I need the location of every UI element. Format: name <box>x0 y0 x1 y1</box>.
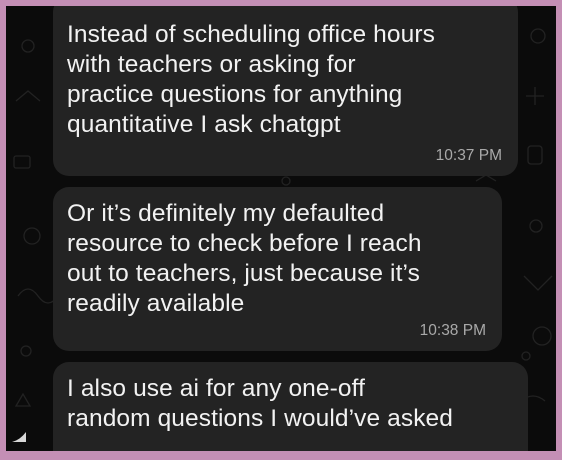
message-bubble[interactable]: Or it’s definitely my defaulted resource… <box>53 187 502 351</box>
message-bubble[interactable]: I also use ai for any one-off random que… <box>53 362 528 451</box>
chat-screenshot-frame: Instead of scheduling office hours with … <box>0 0 562 460</box>
message-text: Or it’s definitely my defaulted resource… <box>67 200 422 317</box>
message-timestamp: 10:37 PM <box>435 147 502 164</box>
bubble-tail-icon <box>12 432 26 442</box>
message-timestamp: 10:38 PM <box>419 322 486 339</box>
message-text: Instead of scheduling office hours with … <box>67 21 435 138</box>
message-text: I also use ai for any one-off random que… <box>67 375 453 432</box>
message-bubble[interactable]: Instead of scheduling office hours with … <box>53 6 518 176</box>
